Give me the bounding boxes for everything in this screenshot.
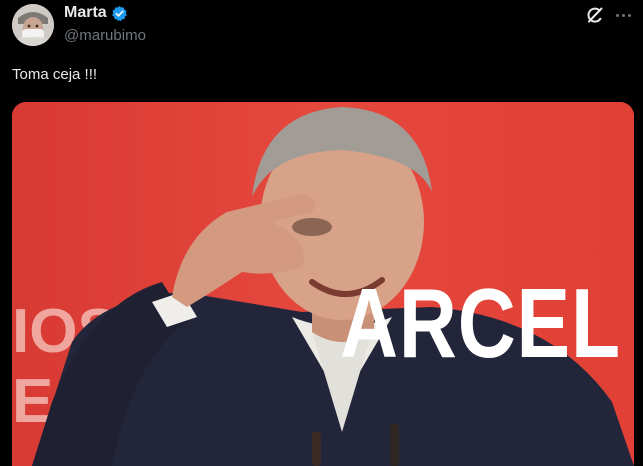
more-options-icon[interactable] <box>613 5 633 25</box>
grok-icon[interactable] <box>585 5 605 25</box>
avatar[interactable] <box>12 4 54 46</box>
tweet-text: Toma ceja !!! <box>12 66 98 83</box>
author-name-row[interactable]: Marta <box>64 4 128 22</box>
tweet-media-image[interactable]: IOS E ARCEL <box>12 102 634 466</box>
author-handle[interactable]: @marubimo <box>64 27 146 44</box>
media-overlay-text: ARCEL <box>340 268 621 378</box>
verified-badge-icon[interactable] <box>111 5 128 22</box>
tweet-post: Marta @marubimo Toma ceja !!! IOS E ARCE… <box>0 0 643 466</box>
author-display-name[interactable]: Marta <box>64 4 107 22</box>
